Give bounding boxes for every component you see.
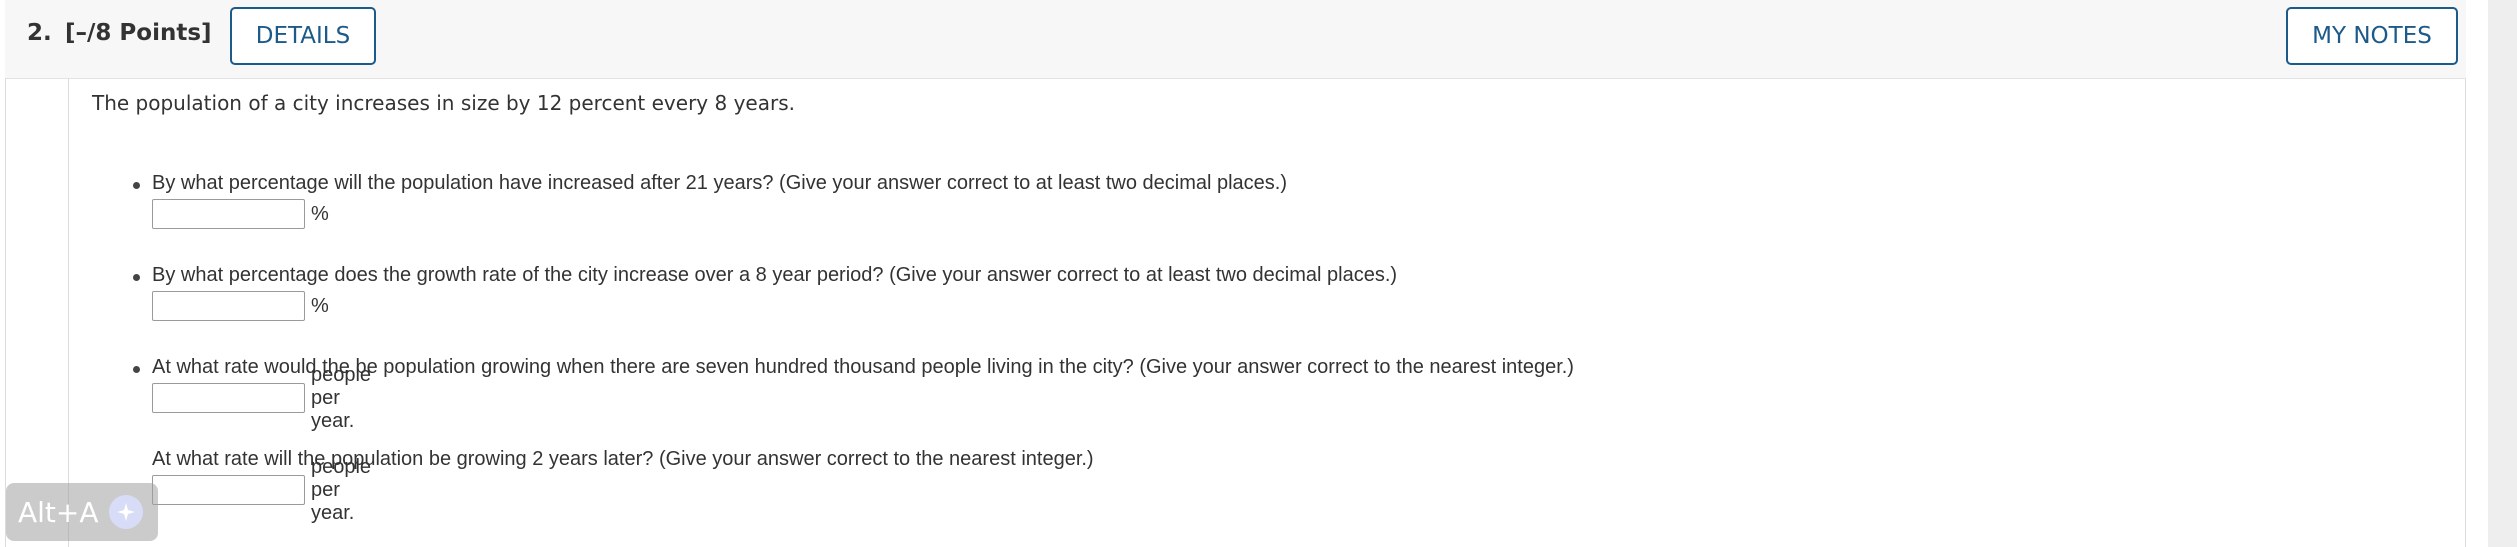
- question-header: 2. [–/8 Points] DETAILS MY NOTES: [5, 0, 2466, 79]
- answer-unit: people per year.: [311, 455, 372, 524]
- question-points: [–/8 Points]: [65, 20, 212, 46]
- bullet-icon: [133, 274, 140, 281]
- answer-unit: people per year.: [311, 363, 372, 432]
- content-divider: [68, 79, 69, 547]
- details-button[interactable]: DETAILS: [230, 7, 376, 65]
- alt-a-shortcut-badge[interactable]: Alt+A: [6, 483, 158, 541]
- answer-row: %: [152, 290, 329, 322]
- answer-input-3[interactable]: [152, 383, 305, 413]
- part-prompt: By what percentage will the population h…: [152, 172, 1288, 194]
- answer-input-4[interactable]: [152, 475, 305, 505]
- part-prompt: By what percentage does the growth rate …: [152, 264, 1398, 286]
- answer-unit: %: [311, 202, 329, 225]
- answer-input-2[interactable]: [152, 291, 305, 321]
- question-intro: The population of a city increases in si…: [92, 91, 795, 115]
- answer-row: people per year.: [152, 456, 371, 524]
- bullet-icon: [133, 182, 140, 189]
- shortcut-label: Alt+A: [18, 495, 99, 529]
- sparkle-icon: [108, 495, 143, 529]
- answer-input-1[interactable]: [152, 199, 305, 229]
- part-prompt: At what rate will the population be grow…: [152, 448, 1094, 470]
- bullet-icon: [133, 366, 140, 373]
- answer-unit: %: [311, 294, 329, 317]
- question-number: 2.: [27, 20, 52, 46]
- answer-row: %: [152, 198, 329, 230]
- answer-row: people per year.: [152, 364, 371, 432]
- scrollbar[interactable]: [2488, 0, 2517, 547]
- my-notes-button[interactable]: MY NOTES: [2286, 7, 2458, 65]
